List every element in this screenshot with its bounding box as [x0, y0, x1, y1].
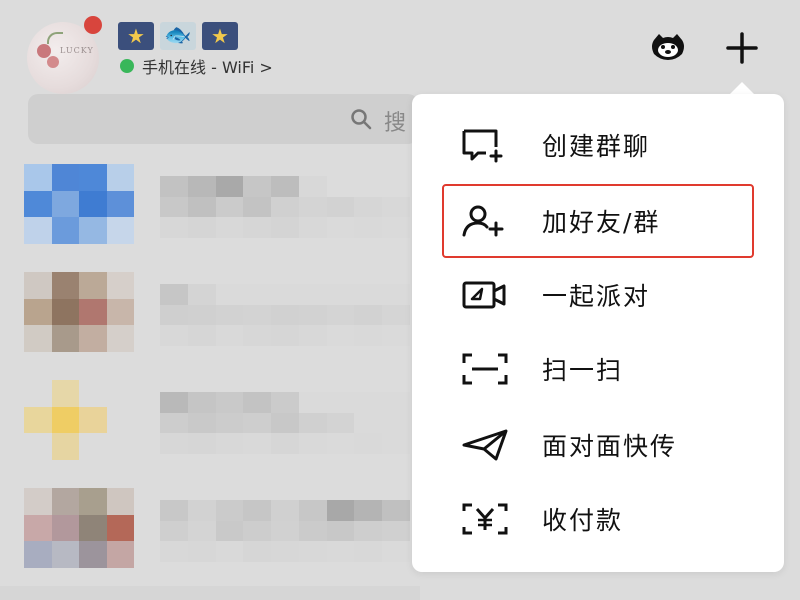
scan-icon [460, 349, 510, 389]
avatar [24, 164, 134, 244]
online-status[interactable]: 手机在线 - WiFi > [120, 54, 273, 78]
menu-item-party[interactable]: 一起派对 [412, 260, 784, 330]
conversation-list [0, 150, 420, 582]
menu-item-create-group[interactable]: 创建群聊 [412, 110, 784, 180]
message-preview [160, 284, 410, 346]
avatar [24, 488, 134, 568]
notification-badge [84, 16, 102, 34]
top-header: LUCKY ★ 🐟 ★ 手机在线 - WiFi > [0, 0, 800, 94]
list-item[interactable] [0, 366, 420, 474]
list-item[interactable] [0, 258, 420, 366]
paper-plane-icon [460, 425, 510, 465]
message-preview [160, 176, 410, 238]
menu-item-label: 面对面快传 [542, 432, 678, 461]
avatar [24, 380, 134, 460]
menu-item-face-transfer[interactable]: 面对面快传 [412, 410, 784, 480]
tiger-icon[interactable] [648, 32, 688, 62]
menu-caret [730, 82, 754, 94]
search-icon [351, 109, 372, 130]
message-preview [160, 392, 410, 454]
cherry-stem [47, 32, 63, 44]
menu-item-payment[interactable]: 收付款 [412, 484, 784, 554]
online-status-label: 手机在线 - WiFi > [142, 58, 273, 77]
highlight-box [442, 184, 754, 258]
chat-plus-icon [460, 125, 510, 165]
menu-item-label: 一起派对 [542, 282, 651, 311]
list-item[interactable] [0, 150, 420, 258]
search-bar[interactable]: 搜 [28, 94, 418, 144]
plus-icon[interactable] [722, 28, 762, 68]
party-video-icon [460, 275, 510, 315]
avatar-logo-text: LUCKY [60, 46, 94, 55]
status-icons: ★ 🐟 ★ [118, 22, 238, 50]
message-preview [160, 500, 410, 562]
menu-item-label: 收付款 [542, 506, 624, 535]
list-item[interactable] [0, 474, 420, 582]
avatar [24, 272, 134, 352]
cherry-shape [47, 56, 59, 68]
menu-item-label: 创建群聊 [542, 132, 651, 161]
search-placeholder: 搜 [384, 111, 407, 136]
menu-item-scan[interactable]: 扫一扫 [412, 334, 784, 404]
star-icon[interactable]: ★ [202, 22, 238, 50]
fish-icon[interactable]: 🐟 [160, 22, 196, 50]
menu-item-label: 扫一扫 [542, 356, 624, 385]
star-icon[interactable]: ★ [118, 22, 154, 50]
online-dot-icon [120, 59, 134, 73]
plus-dropdown-menu: 创建群聊 加好友/群 一起派对 扫一扫 面对面快传 收付款 [412, 94, 784, 572]
yuan-scan-icon [460, 499, 510, 539]
list-item-partial [0, 586, 420, 600]
